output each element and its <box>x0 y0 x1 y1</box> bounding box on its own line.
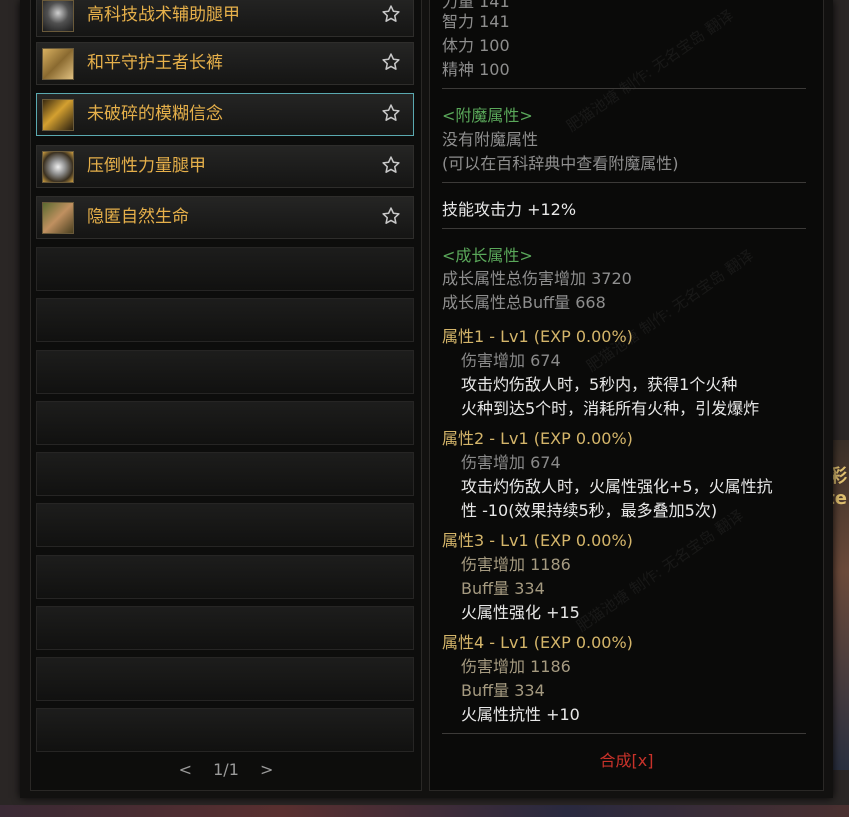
item-name: 和平守护王者长裤 <box>87 53 223 73</box>
item-name: 压倒性力量腿甲 <box>87 156 206 176</box>
item-name: 未破碎的模糊信念 <box>87 104 223 124</box>
belief-icon <box>42 99 74 131</box>
prev-page-button[interactable]: < <box>179 760 192 779</box>
attr-header: 属性1 - Lv1 (EXP 0.00%) <box>442 327 633 346</box>
empty-slot[interactable] <box>36 606 414 650</box>
attr-effect: 攻击灼伤敌人时，火属性强化+5，火属性抗 <box>461 477 773 496</box>
item-list-panel: 高科技战术辅助腿甲 和平守护王者长裤 未破碎的模糊信念 压倒性力量腿甲 隐匿自然… <box>30 0 422 791</box>
empty-slot[interactable] <box>36 401 414 445</box>
star-icon[interactable] <box>381 52 401 72</box>
attr-effect: 火属性强化 +15 <box>461 603 580 622</box>
background-strip <box>0 805 849 817</box>
divider <box>442 182 806 183</box>
divider <box>442 88 806 89</box>
item-name: 高科技战术辅助腿甲 <box>87 5 240 25</box>
growth-total-damage: 成长属性总伤害增加 3720 <box>442 269 632 288</box>
attr-header: 属性2 - Lv1 (EXP 0.00%) <box>442 429 633 448</box>
nature-life-icon <box>42 202 74 234</box>
empty-slot[interactable] <box>36 657 414 701</box>
attr-stat: 伤害增加 1186 <box>461 555 571 574</box>
growth-total-buff: 成长属性总Buff量 668 <box>442 293 606 312</box>
growth-title: <成长属性> <box>442 246 533 265</box>
star-icon[interactable] <box>381 206 401 226</box>
attr-stat: Buff量 334 <box>461 681 545 700</box>
tech-legs-icon <box>42 0 74 32</box>
stat-vitality: 体力 100 <box>442 36 510 55</box>
stat-intelligence: 智力 141 <box>442 12 510 31</box>
item-slot[interactable]: 和平守护王者长裤 <box>36 42 414 85</box>
enchant-title: <附魔属性> <box>442 106 533 125</box>
watermark: 肥猫池塘 制作: 无名宝岛 翻译 <box>573 506 747 636</box>
empty-slot[interactable] <box>36 503 414 547</box>
attr-stat: Buff量 334 <box>461 579 545 598</box>
star-icon[interactable] <box>381 4 401 24</box>
watermark: 肥猫池塘 制作: 无名宝岛 翻译 <box>563 6 737 136</box>
enchant-none: 没有附魔属性 <box>442 130 539 149</box>
item-detail-panel: 肥猫池塘 制作: 无名宝岛 翻译 肥猫池塘 制作: 无名宝岛 翻译 肥猫池塘 制… <box>429 0 824 791</box>
divider <box>442 228 806 229</box>
star-icon[interactable] <box>381 155 401 175</box>
attr-effect: 火种到达5个时，消耗所有火种，引发爆炸 <box>461 399 760 418</box>
empty-slot[interactable] <box>36 298 414 342</box>
attr-stat: 伤害增加 674 <box>461 453 561 472</box>
attr-stat: 伤害增加 674 <box>461 351 561 370</box>
item-slot[interactable]: 高科技战术辅助腿甲 <box>36 0 414 37</box>
attr-effect: 火属性抗性 +10 <box>461 705 580 724</box>
empty-slot[interactable] <box>36 555 414 599</box>
enchant-hint: (可以在百科辞典中查看附魔属性) <box>442 154 679 173</box>
synthesis-link[interactable]: 合成[x] <box>430 747 823 771</box>
page-indicator: 1/1 <box>213 760 239 779</box>
power-legs-icon <box>42 151 74 183</box>
item-name: 隐匿自然生命 <box>87 207 189 227</box>
item-slot-selected[interactable]: 未破碎的模糊信念 <box>36 93 414 136</box>
empty-slot[interactable] <box>36 708 414 752</box>
equipment-window: 高科技战术辅助腿甲 和平守护王者长裤 未破碎的模糊信念 压倒性力量腿甲 隐匿自然… <box>20 0 833 798</box>
skill-attack: 技能攻击力 +12% <box>442 200 577 219</box>
divider <box>442 733 806 734</box>
attr-header: 属性4 - Lv1 (EXP 0.00%) <box>442 633 633 652</box>
king-pants-icon <box>42 48 74 80</box>
empty-slot[interactable] <box>36 247 414 291</box>
attr-header: 属性3 - Lv1 (EXP 0.00%) <box>442 531 633 550</box>
star-icon[interactable] <box>381 103 401 123</box>
attr-effect: 性 -10(效果持续5秒，最多叠加5次) <box>461 501 718 520</box>
pagination: < 1/1 > <box>31 760 421 779</box>
empty-slot[interactable] <box>36 452 414 496</box>
empty-slot[interactable] <box>36 350 414 394</box>
attr-stat: 伤害增加 1186 <box>461 657 571 676</box>
item-slot[interactable]: 压倒性力量腿甲 <box>36 145 414 188</box>
item-slot[interactable]: 隐匿自然生命 <box>36 196 414 239</box>
stat-spirit: 精神 100 <box>442 60 510 79</box>
next-page-button[interactable]: > <box>260 760 273 779</box>
attr-effect: 攻击灼伤敌人时，5秒内，获得1个火种 <box>461 375 738 394</box>
